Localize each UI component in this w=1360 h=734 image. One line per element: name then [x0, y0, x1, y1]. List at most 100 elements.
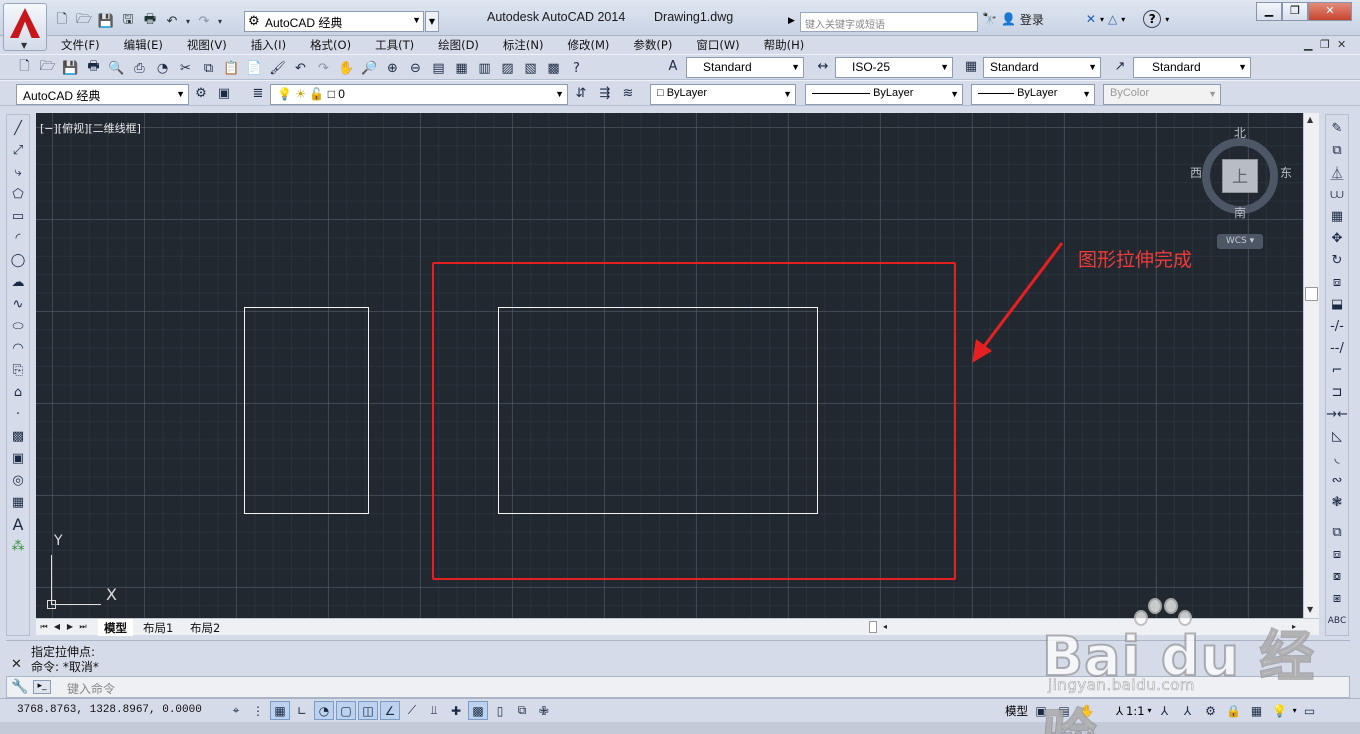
- table-icon[interactable]: ▦: [8, 493, 28, 512]
- text-style-select[interactable]: Standard ▼: [686, 57, 804, 78]
- layer-properties-icon[interactable]: ≣: [247, 84, 269, 105]
- workspace-settings-icon[interactable]: ⚙: [190, 84, 212, 105]
- dynamic-input-icon[interactable]: ⫫: [424, 701, 444, 720]
- polar-icon[interactable]: ◔: [314, 701, 334, 720]
- maximize-button[interactable]: ❐: [1282, 2, 1308, 21]
- doc-close-button[interactable]: ✕: [1337, 38, 1346, 51]
- drawing-canvas[interactable]: [−][俯视][二维线框] 图形拉伸完成 上 北 南 东 西 WCS ▾ Y X: [36, 113, 1303, 618]
- move-icon[interactable]: ✥: [1327, 229, 1347, 248]
- undo-icon[interactable]: ↶: [290, 58, 311, 78]
- layer-previous-icon[interactable]: ⇶: [594, 84, 616, 105]
- tab-layout2[interactable]: 布局2: [184, 619, 226, 636]
- object-snap-icon[interactable]: ▢: [336, 701, 356, 720]
- next-tab-icon[interactable]: ▶: [64, 620, 76, 634]
- vertical-scroll-thumb[interactable]: [1305, 287, 1318, 301]
- match-properties-icon[interactable]: 🖌: [267, 58, 288, 78]
- ortho-icon[interactable]: ∟: [292, 701, 312, 720]
- compass-south[interactable]: 南: [1234, 204, 1246, 221]
- blend-curves-icon[interactable]: ∾: [1327, 471, 1347, 490]
- menu-parametric[interactable]: 参数(P): [620, 37, 683, 53]
- login-link[interactable]: 登录: [1020, 11, 1044, 28]
- fillet-icon[interactable]: ◟: [1327, 449, 1347, 468]
- scale-icon[interactable]: ⧈: [1327, 273, 1347, 292]
- revision-cloud-icon[interactable]: ☁: [8, 273, 28, 292]
- zoom-previous-icon[interactable]: ⊖: [405, 58, 426, 78]
- compass-east[interactable]: 东: [1280, 164, 1292, 181]
- command-input[interactable]: 键入命令: [67, 680, 115, 697]
- prev-tab-icon[interactable]: ◀: [51, 620, 63, 634]
- table-style-select[interactable]: Standard ▼: [983, 57, 1101, 78]
- help-icon[interactable]: ?: [1143, 10, 1162, 28]
- paste-special-icon[interactable]: 📄: [244, 58, 265, 78]
- line-icon[interactable]: ╱: [8, 119, 28, 138]
- annotation-monitor-icon[interactable]: ✙: [534, 701, 554, 720]
- compass-west[interactable]: 西: [1190, 164, 1202, 181]
- cut-icon[interactable]: ✂: [175, 58, 196, 78]
- viewcube[interactable]: 上 北 南 东 西: [1190, 126, 1292, 220]
- save-icon[interactable]: 💾: [96, 11, 116, 31]
- menu-window[interactable]: 窗口(W): [683, 37, 750, 53]
- ellipse-arc-icon[interactable]: ◠: [8, 339, 28, 358]
- doc-minimize-button[interactable]: ▁: [1304, 38, 1312, 51]
- search-input[interactable]: 键入关键字或短语: [800, 12, 978, 32]
- menu-dimension[interactable]: 标注(N): [490, 37, 555, 53]
- menu-view[interactable]: 视图(V): [174, 37, 238, 53]
- 3d-print-icon[interactable]: ◔: [152, 58, 173, 78]
- first-tab-icon[interactable]: ⏮: [38, 620, 50, 634]
- menu-file[interactable]: 文件(F): [48, 37, 111, 53]
- menu-tools[interactable]: 工具(T): [362, 37, 425, 53]
- open-icon[interactable]: 🗁: [74, 11, 94, 31]
- object-snap-tracking-icon[interactable]: ∠: [380, 701, 400, 720]
- selection-cycling-icon[interactable]: ⧉: [512, 701, 532, 720]
- menu-edit[interactable]: 编辑(E): [111, 37, 174, 53]
- undo-dropdown-icon[interactable]: ▾: [184, 11, 192, 31]
- point-icon[interactable]: ·: [8, 405, 28, 424]
- ellipse-icon[interactable]: ⬭: [8, 317, 28, 336]
- redo-icon[interactable]: ↷: [194, 11, 214, 31]
- sheet-set-icon[interactable]: ▨: [497, 58, 518, 78]
- publish-icon[interactable]: ⎙: [129, 58, 150, 78]
- polygon-icon[interactable]: ⬠: [8, 185, 28, 204]
- send-to-back-icon[interactable]: ⧇: [1327, 567, 1347, 586]
- bring-to-front-icon[interactable]: ⧈: [1327, 545, 1347, 564]
- design-center-icon[interactable]: ▦: [451, 58, 472, 78]
- rectangle-icon[interactable]: ▭: [8, 207, 28, 226]
- copy-object-icon[interactable]: ⧉: [1327, 141, 1347, 160]
- qat-customize-button[interactable]: ▼: [425, 11, 439, 32]
- linetype-select[interactable]: ByLayer ▼: [805, 84, 963, 105]
- zoom-realtime-icon[interactable]: 🔎: [359, 58, 380, 78]
- plot-icon[interactable]: 🖶: [83, 58, 104, 78]
- close-icon[interactable]: ✕: [11, 657, 22, 672]
- user-icon[interactable]: 👤: [1001, 12, 1016, 26]
- wrench-icon[interactable]: 🔧: [11, 679, 28, 695]
- region-icon[interactable]: ◎: [8, 471, 28, 490]
- properties-icon[interactable]: ▤: [428, 58, 449, 78]
- new-icon[interactable]: 🗋: [52, 11, 72, 31]
- trim-icon[interactable]: -/-: [1327, 317, 1347, 336]
- break-icon[interactable]: ⊐: [1327, 383, 1347, 402]
- workspace-select[interactable]: ⚙ AutoCAD 经典 ▼: [244, 11, 424, 32]
- last-tab-icon[interactable]: ⏭: [77, 620, 89, 634]
- lineweight-icon[interactable]: ✚: [446, 701, 466, 720]
- menu-format[interactable]: 格式(O): [297, 37, 362, 53]
- markup-icon[interactable]: ▧: [520, 58, 541, 78]
- minimize-button[interactable]: ▁: [1256, 2, 1282, 21]
- join-icon[interactable]: →←: [1326, 405, 1348, 424]
- original-rectangle[interactable]: [244, 307, 369, 514]
- explode-icon[interactable]: ❃: [1327, 493, 1347, 512]
- application-menu-button[interactable]: ▼: [3, 3, 47, 51]
- arc-icon[interactable]: ◜: [8, 229, 28, 248]
- a360-dropdown-icon[interactable]: ▾: [1121, 15, 1125, 24]
- tab-model[interactable]: 模型: [98, 619, 133, 636]
- gradient-icon[interactable]: ▣: [8, 449, 28, 468]
- add-selected-icon[interactable]: ⁂: [8, 537, 28, 556]
- vertical-scrollbar[interactable]: ▲ ▼: [1303, 113, 1319, 618]
- tool-palettes-icon[interactable]: ▥: [474, 58, 495, 78]
- coordinates-readout[interactable]: 3768.8763, 1328.8967, 0.0000: [17, 704, 202, 716]
- exchange-dropdown-icon[interactable]: ▾: [1100, 15, 1104, 24]
- multiline-text-icon[interactable]: A: [8, 515, 28, 534]
- spline-icon[interactable]: ∿: [8, 295, 28, 314]
- mirror-icon[interactable]: ⏅: [1327, 163, 1347, 182]
- workspace-toolbar-select[interactable]: AutoCAD 经典 ▼: [16, 84, 189, 105]
- copy-icon[interactable]: ⧉: [198, 58, 219, 78]
